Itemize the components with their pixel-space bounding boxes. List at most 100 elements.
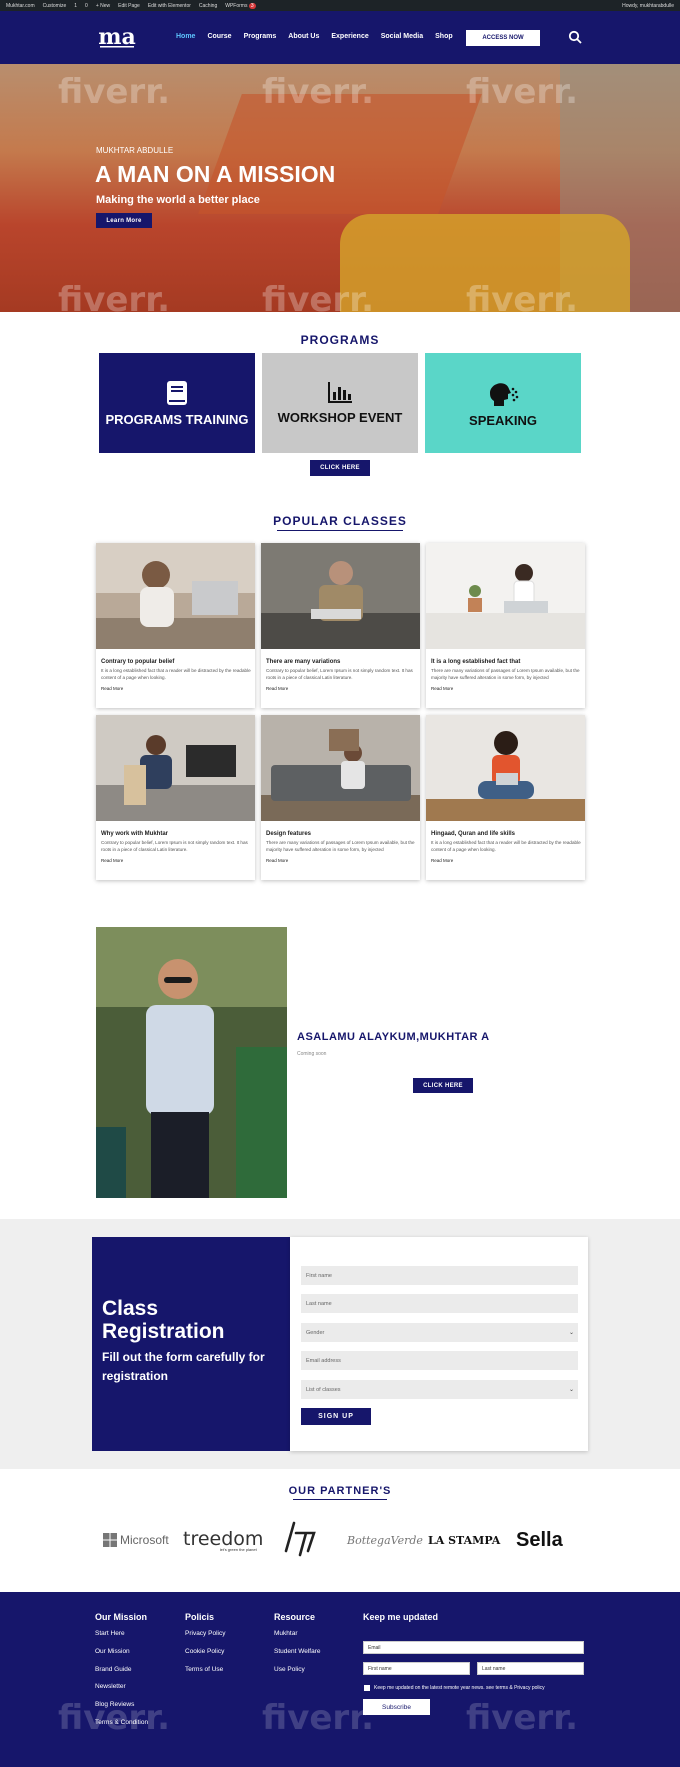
microsoft-icon xyxy=(103,1533,117,1547)
admin-bar-item[interactable]: Edit with Elementor xyxy=(148,3,191,9)
nav-links: Home Course Programs About Us Experience… xyxy=(176,33,453,40)
nav-about[interactable]: About Us xyxy=(288,33,319,40)
registration-subtitle: Fill out the form carefully for registra… xyxy=(102,1350,265,1383)
footer-link[interactable]: Mukhtar xyxy=(274,1630,321,1648)
hero-section: fiverr. fiverr. fiverr. fiverr. fiverr. … xyxy=(0,64,680,312)
class-photo xyxy=(426,543,585,649)
sign-up-button[interactable]: SIGN UP xyxy=(301,1408,371,1425)
admin-bar-item[interactable]: Mukhtar.com xyxy=(6,3,35,9)
footer-link[interactable]: Student Welfare xyxy=(274,1648,321,1666)
read-more-link[interactable]: Read More xyxy=(101,686,123,691)
title-underline xyxy=(293,1499,387,1500)
class-title: Design features xyxy=(266,831,312,837)
read-more-link[interactable]: Read More xyxy=(101,858,123,863)
class-card[interactable]: Design features There are many variation… xyxy=(261,715,420,880)
read-more-link[interactable]: Read More xyxy=(266,858,288,863)
site-logo[interactable]: ma xyxy=(98,24,136,50)
partner-logo-bottega-verde[interactable]: BottegaVerde xyxy=(347,1525,423,1555)
partner-logo-la-stampa[interactable]: LA STAMPA xyxy=(428,1525,500,1555)
access-now-button[interactable]: ACCESS NOW xyxy=(466,30,540,46)
admin-bar-item[interactable]: Caching xyxy=(199,3,217,9)
admin-bar-item[interactable]: + New xyxy=(96,3,110,9)
newsletter-first-name-input[interactable]: First name xyxy=(363,1662,470,1675)
newsletter-email-input[interactable]: Email xyxy=(363,1641,584,1654)
admin-bar-item[interactable]: Customize xyxy=(43,3,67,9)
read-more-link[interactable]: Read More xyxy=(266,686,288,691)
footer-column-resource: Resource Mukhtar Student Welfare Use Pol… xyxy=(274,1612,321,1683)
subscribe-button[interactable]: Subscribe xyxy=(363,1699,430,1715)
partner-name: Microsoft xyxy=(120,1533,169,1547)
first-name-field[interactable]: First name xyxy=(301,1266,578,1285)
footer-link[interactable]: Terms of Use xyxy=(185,1666,225,1684)
admin-greeting[interactable]: Howdy, mukhtarabdulle xyxy=(622,3,674,9)
programs-click-here-button[interactable]: CLICK HERE xyxy=(310,460,370,476)
hp-logo-icon xyxy=(284,1521,316,1557)
watermark: fiverr. xyxy=(262,72,375,112)
email-field[interactable]: Email address xyxy=(301,1351,578,1370)
class-card[interactable]: There are many variations Contrary to po… xyxy=(261,543,420,708)
programs-title: PROGRAMS xyxy=(300,333,380,347)
nav-course[interactable]: Course xyxy=(207,33,231,40)
footer-link[interactable]: Privacy Policy xyxy=(185,1630,225,1648)
footer-link[interactable]: Newsletter xyxy=(95,1683,148,1701)
admin-bar-item[interactable]: 1 xyxy=(74,3,77,9)
footer-link[interactable]: Cookie Policy xyxy=(185,1648,225,1666)
admin-bar-item[interactable]: Edit Page xyxy=(118,3,140,9)
footer-link[interactable]: Use Policy xyxy=(274,1666,321,1684)
partner-tagline: let's green the planet xyxy=(219,1547,257,1552)
last-name-field[interactable]: Last name xyxy=(301,1294,578,1313)
read-more-link[interactable]: Read More xyxy=(431,686,453,691)
footer-link[interactable]: Our Mission xyxy=(95,1648,148,1666)
field-placeholder: Email address xyxy=(306,1357,341,1364)
nav-social-media[interactable]: Social Media xyxy=(381,33,423,40)
class-card[interactable]: Contrary to popular belief It is a long … xyxy=(96,543,255,708)
newsletter-last-name-input[interactable]: Last name xyxy=(477,1662,584,1675)
nav-shop[interactable]: Shop xyxy=(435,33,453,40)
class-card[interactable]: Why work with Mukhtar Contrary to popula… xyxy=(96,715,255,880)
footer-link[interactable]: Terms & Condition xyxy=(95,1719,148,1737)
admin-bar-item[interactable]: 0 xyxy=(85,3,88,9)
learn-more-button[interactable]: Learn More xyxy=(96,213,152,228)
partner-logo-microsoft[interactable]: Microsoft xyxy=(103,1525,169,1555)
partner-logo-sella[interactable]: Sella xyxy=(516,1525,563,1555)
registration-info-panel xyxy=(92,1237,290,1451)
class-title: It is a long established fact that xyxy=(431,659,521,665)
nav-programs[interactable]: Programs xyxy=(244,33,277,40)
class-title: Hingaad, Quran and life skills xyxy=(431,831,516,837)
hero-subtitle: Making the world a better place xyxy=(96,194,260,206)
nav-experience[interactable]: Experience xyxy=(331,33,368,40)
wpforms-badge: 3 xyxy=(248,2,256,9)
bar-chart-icon xyxy=(328,381,352,403)
about-click-here-button[interactable]: CLICK HERE xyxy=(413,1078,473,1093)
footer-link[interactable]: Blog Reviews xyxy=(95,1701,148,1719)
program-card-label: SPEAKING xyxy=(469,412,537,428)
gender-select[interactable]: Gender ⌄ xyxy=(301,1323,578,1342)
field-placeholder: Last name xyxy=(306,1300,332,1307)
class-description: There are many variations of passages of… xyxy=(266,840,415,852)
class-photo xyxy=(96,715,255,821)
class-photo xyxy=(96,543,255,649)
partner-logo-hp[interactable] xyxy=(284,1521,318,1557)
class-list-select[interactable]: List of classes ⌄ xyxy=(301,1380,578,1399)
watermark: fiverr. xyxy=(466,280,579,312)
admin-bar-item[interactable]: WPForms 3 xyxy=(225,2,256,9)
class-card[interactable]: It is a long established fact that There… xyxy=(426,543,585,708)
footer-link[interactable]: Start Here xyxy=(95,1630,148,1648)
consent-checkbox[interactable] xyxy=(364,1685,370,1691)
footer-column-title: Our Mission xyxy=(95,1612,148,1622)
watermark: fiverr. xyxy=(262,1698,375,1738)
class-card[interactable]: Hingaad, Quran and life skills It is a l… xyxy=(426,715,585,880)
registration-title: Class Registration xyxy=(102,1297,225,1343)
program-card-speaking[interactable]: SPEAKING xyxy=(425,353,581,453)
watermark: fiverr. xyxy=(466,72,579,112)
program-card-training[interactable]: PROGRAMS TRAINING xyxy=(99,353,255,453)
footer-link[interactable]: Brand Guide xyxy=(95,1666,148,1684)
newsletter-title: Keep me updated xyxy=(363,1612,439,1622)
read-more-link[interactable]: Read More xyxy=(431,858,453,863)
watermark: fiverr. xyxy=(262,280,375,312)
nav-home[interactable]: Home xyxy=(176,33,195,40)
field-placeholder: List of classes xyxy=(306,1386,341,1393)
partner-logo-treedom[interactable]: treedom let's green the planet xyxy=(183,1525,263,1555)
search-icon[interactable] xyxy=(568,30,582,44)
program-card-workshop[interactable]: WORKSHOP EVENT xyxy=(262,353,418,453)
